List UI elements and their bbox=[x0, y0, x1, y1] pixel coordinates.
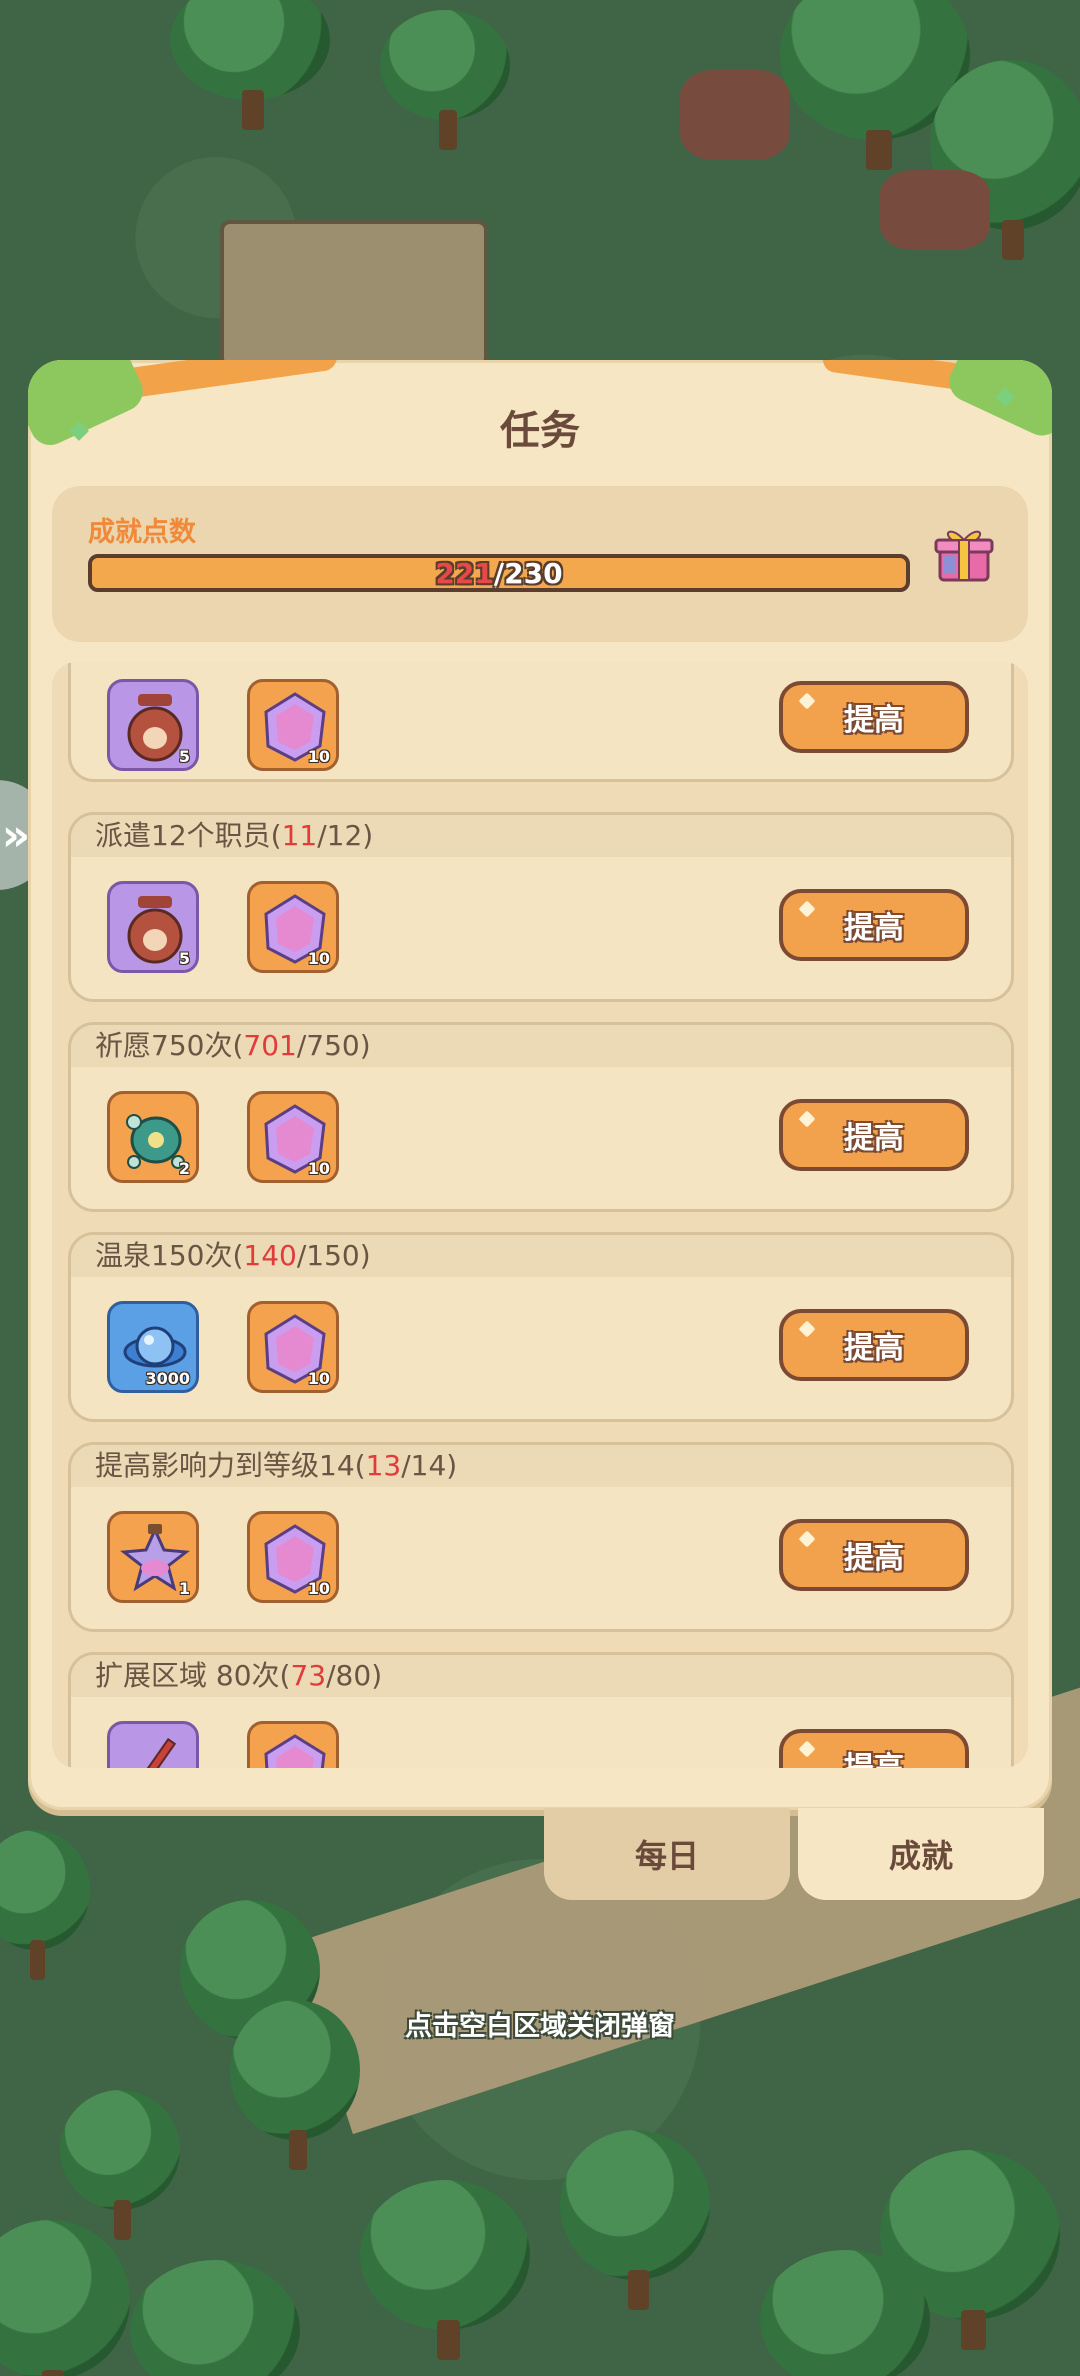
task-current: 140 bbox=[243, 1239, 297, 1272]
achievement-separator: / bbox=[493, 556, 505, 590]
close-hint-text: 点击空白区域关闭弹窗 bbox=[405, 2011, 675, 2042]
task-card: 派遣12个职员(11/12) 5 10 提高 bbox=[68, 812, 1014, 1002]
achievement-progress-text: 221/230 bbox=[92, 556, 906, 590]
improve-button[interactable]: 提高 bbox=[779, 1099, 969, 1171]
reward-item[interactable]: 10 bbox=[247, 1511, 339, 1603]
task-title: 提高影响力到等级14(13/14) bbox=[71, 1445, 1011, 1487]
task-card: 扩展区域 80次(73/80) 提高 bbox=[68, 1652, 1014, 1768]
reward-item[interactable] bbox=[247, 1721, 339, 1768]
task-panel: 任务 成就点数 221/230 5 10 提高 派遣12个职员(11/12) 5… bbox=[28, 360, 1052, 1810]
task-total: 14 bbox=[410, 1449, 447, 1482]
improve-button[interactable]: 提高 bbox=[779, 1309, 969, 1381]
task-current: 73 bbox=[290, 1659, 327, 1692]
task-card: 祈愿750次(701/750) 2 10 提高 bbox=[68, 1022, 1014, 1212]
task-list[interactable]: 5 10 提高 派遣12个职员(11/12) 5 10 提高 祈愿750次(70… bbox=[52, 662, 1028, 1768]
achievement-points-label: 成就点数 bbox=[88, 517, 196, 548]
achievement-current-value: 221 bbox=[435, 556, 494, 590]
task-title: 扩展区域 80次(73/80) bbox=[71, 1655, 1011, 1697]
task-title: 派遣12个职员(11/12) bbox=[71, 815, 1011, 857]
task-card: 提高影响力到等级14(13/14) 1 10 提高 bbox=[68, 1442, 1014, 1632]
reward-item[interactable]: 10 bbox=[247, 1091, 339, 1183]
reward-item[interactable]: 10 bbox=[247, 1301, 339, 1393]
reward-item[interactable]: 3000 bbox=[107, 1301, 199, 1393]
task-total: 150 bbox=[306, 1239, 360, 1272]
task-current: 13 bbox=[365, 1449, 402, 1482]
purple-crystal-icon bbox=[264, 1734, 326, 1768]
task-current: 701 bbox=[243, 1029, 297, 1062]
task-title: 祈愿750次(701/750) bbox=[71, 1025, 1011, 1067]
reward-item[interactable]: 5 bbox=[107, 679, 199, 771]
achievement-points-box: 成就点数 221/230 bbox=[52, 486, 1028, 642]
task-card: 温泉150次(140/150) 3000 10 提高 bbox=[68, 1232, 1014, 1422]
reward-item[interactable] bbox=[107, 1721, 199, 1768]
task-total: 12 bbox=[326, 819, 363, 852]
achievement-max-value: 230 bbox=[504, 556, 563, 590]
reward-item[interactable]: 1 bbox=[107, 1511, 199, 1603]
panel-title: 任务 bbox=[500, 408, 580, 454]
task-total: 80 bbox=[335, 1659, 372, 1692]
tab-achievement[interactable]: 成就 bbox=[798, 1808, 1044, 1900]
improve-button[interactable]: 提高 bbox=[779, 1519, 969, 1591]
gift-box-icon[interactable] bbox=[932, 522, 996, 586]
improve-button[interactable]: 提高 bbox=[779, 889, 969, 961]
improve-button[interactable]: 提高 bbox=[779, 1729, 969, 1768]
reward-item[interactable]: 2 bbox=[107, 1091, 199, 1183]
task-current: 11 bbox=[281, 819, 318, 852]
improve-button[interactable]: 提高 bbox=[779, 681, 969, 753]
reward-item[interactable]: 10 bbox=[247, 679, 339, 771]
tab-daily[interactable]: 每日 bbox=[544, 1808, 790, 1900]
task-total: 750 bbox=[306, 1029, 360, 1062]
task-card: 5 10 提高 bbox=[68, 662, 1014, 782]
task-title: 温泉150次(140/150) bbox=[71, 1235, 1011, 1277]
reward-item[interactable]: 5 bbox=[107, 881, 199, 973]
achievement-progress-bar: 221/230 bbox=[88, 554, 910, 592]
shovel-icon bbox=[143, 1737, 177, 1768]
reward-item[interactable]: 10 bbox=[247, 881, 339, 973]
